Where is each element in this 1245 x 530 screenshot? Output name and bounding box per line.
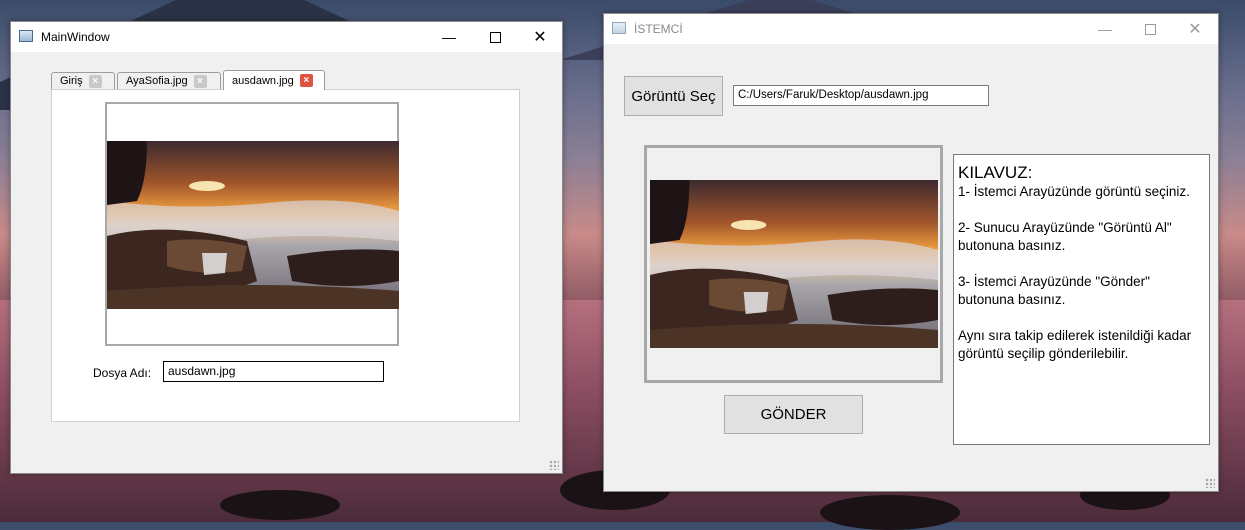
tab-giris[interactable]: Giriş × xyxy=(51,72,115,89)
close-button[interactable]: ✕ xyxy=(1172,14,1218,44)
guide-step-2: 2- Sunucu Arayüzünde "Görüntü Al" butonu… xyxy=(958,220,1172,253)
image-preview-frame xyxy=(644,145,943,383)
guide-note: Aynı sıra takip edilerek istenildiği kad… xyxy=(958,328,1192,361)
client-window: İSTEMCİ — ✕ Görüntü Seç C:/Users/Faruk/D… xyxy=(603,13,1219,492)
tab-ayasofia[interactable]: AyaSofia.jpg × xyxy=(117,72,221,89)
minimize-button[interactable]: — xyxy=(426,22,472,52)
send-button[interactable]: GÖNDER xyxy=(724,395,863,434)
tab-close-icon[interactable]: × xyxy=(299,74,313,87)
minimize-icon: — xyxy=(442,29,456,45)
filename-label: Dosya Adı: xyxy=(93,366,152,380)
tab-close-icon[interactable]: × xyxy=(193,74,207,88)
tab-label: Giriş xyxy=(60,75,83,87)
tab-label: ausdawn.jpg xyxy=(232,74,294,87)
tab-label: AyaSofia.jpg xyxy=(126,75,188,87)
desktop-rock xyxy=(820,495,960,530)
tab-close-icon[interactable]: × xyxy=(88,74,102,88)
guide-step-3: 3- İstemci Arayüzünde "Gönder" butonuna … xyxy=(958,274,1150,307)
maximize-icon xyxy=(489,31,501,43)
maximize-button[interactable] xyxy=(472,22,518,52)
path-field[interactable]: C:/Users/Faruk/Desktop/ausdawn.jpg xyxy=(733,85,989,106)
seascape-image xyxy=(650,180,938,348)
minimize-icon: — xyxy=(1098,21,1112,37)
main-window: MainWindow — ✕ Giriş × AyaSofia.jpg × au… xyxy=(10,21,563,474)
window-title: MainWindow xyxy=(41,30,110,44)
app-icon xyxy=(612,22,626,34)
window-title: İSTEMCİ xyxy=(634,22,683,36)
tab-ausdawn[interactable]: ausdawn.jpg × xyxy=(223,70,325,90)
close-icon: ✕ xyxy=(1188,21,1202,38)
image-preview-frame xyxy=(105,102,399,346)
resize-grip[interactable] xyxy=(549,460,559,470)
app-icon xyxy=(19,30,33,42)
minimize-button[interactable]: — xyxy=(1082,14,1128,44)
maximize-button[interactable] xyxy=(1127,14,1173,44)
tab-panel: Dosya Adı: ausdawn.jpg xyxy=(51,89,520,422)
close-icon: ✕ xyxy=(533,29,547,46)
filename-field[interactable]: ausdawn.jpg xyxy=(163,361,384,382)
guide-step-1: 1- İstemci Arayüzünde görüntü seçiniz. xyxy=(958,184,1190,199)
close-button[interactable]: ✕ xyxy=(517,22,563,52)
main-window-titlebar[interactable]: MainWindow — ✕ xyxy=(11,22,562,52)
maximize-icon xyxy=(1144,23,1156,35)
resize-grip[interactable] xyxy=(1205,478,1215,488)
desktop-rock xyxy=(220,490,340,520)
guide-panel: KILAVUZ: 1- İstemci Arayüzünde görüntü s… xyxy=(953,154,1210,445)
guide-title: KILAVUZ: xyxy=(958,163,1033,182)
seascape-image xyxy=(107,141,399,309)
select-image-button[interactable]: Görüntü Seç xyxy=(624,76,723,116)
client-window-titlebar[interactable]: İSTEMCİ — ✕ xyxy=(604,14,1218,44)
